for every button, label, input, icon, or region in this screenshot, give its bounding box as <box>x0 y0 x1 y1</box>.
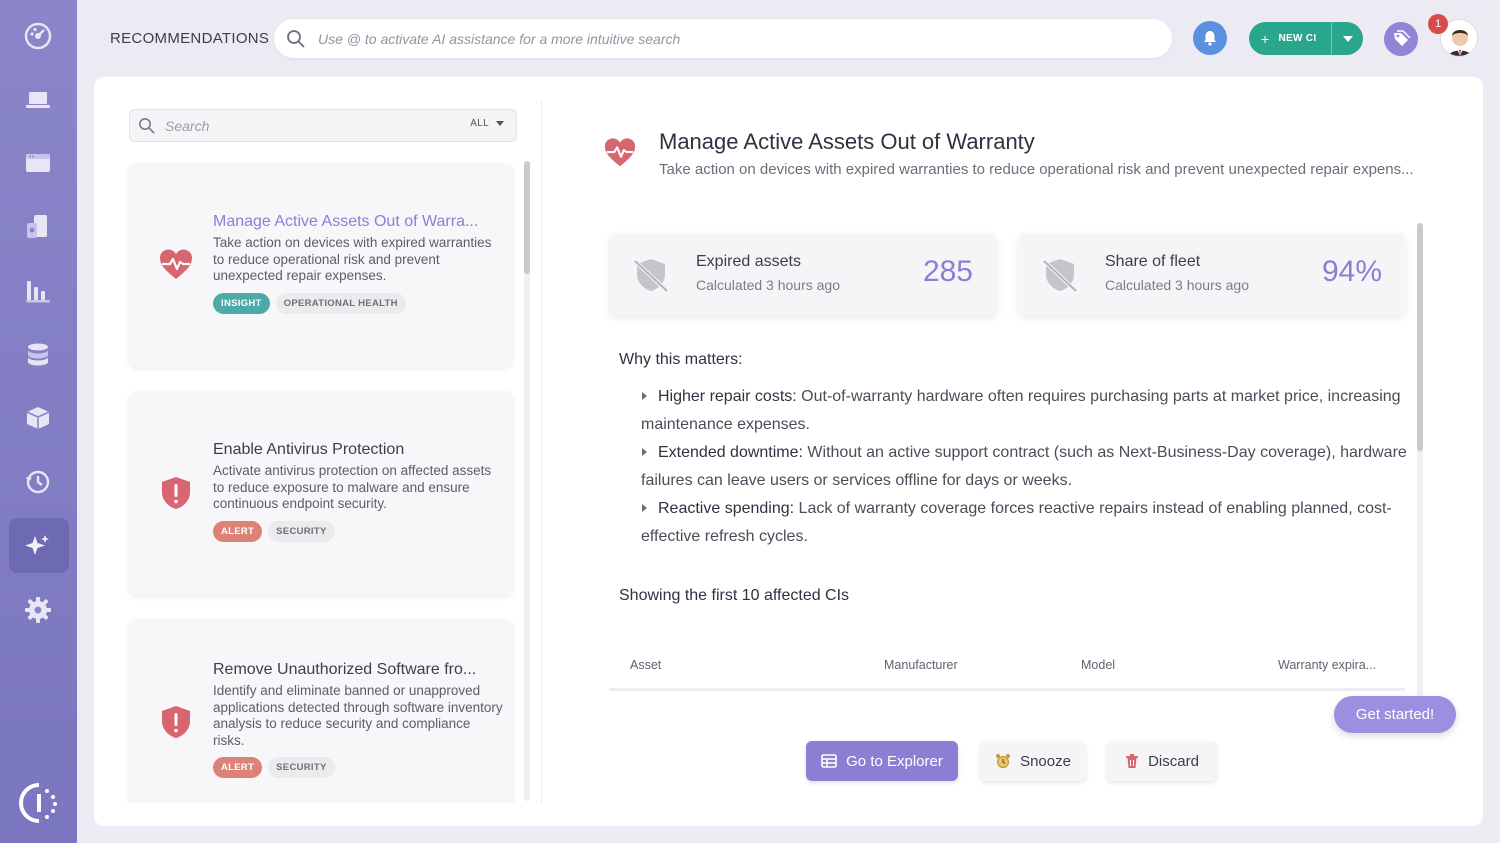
go-to-explorer-label: Go to Explorer <box>846 752 943 770</box>
shield-alert-icon <box>162 477 190 509</box>
list-scrollbar[interactable] <box>524 161 530 801</box>
reason-item: Higher repair costs: Out-of-warranty har… <box>641 383 1411 439</box>
stat-card-share-of-fleet: Share of fleet Calculated 3 hours ago 94… <box>1018 233 1406 315</box>
bell-icon <box>1204 31 1216 46</box>
app-logo-icon <box>18 782 60 824</box>
list-search-box[interactable]: ALL <box>129 109 517 142</box>
reason-heading: Higher repair costs: <box>658 388 797 405</box>
reason-heading: Reactive spending: <box>658 500 795 517</box>
card-description: Activate antivirus protection on affecte… <box>213 463 492 511</box>
page-title: RECOMMENDATIONS <box>110 30 270 47</box>
search-icon <box>287 29 305 48</box>
discard-button[interactable]: Discard <box>1107 741 1217 781</box>
browser-window-icon[interactable] <box>22 147 54 179</box>
stat-calculated-time: Calculated 3 hours ago <box>1105 277 1249 293</box>
recommendation-card[interactable]: Remove Unauthorized Software fro... Iden… <box>129 619 513 803</box>
get-started-button[interactable]: Get started! <box>1334 696 1456 733</box>
alert-badge: ALERT <box>213 520 263 542</box>
list-scrollbar-thumb[interactable] <box>524 161 530 274</box>
main-panel: ALL Manage Active Assets Out of Warra...… <box>94 77 1483 826</box>
global-search-bar[interactable] <box>274 19 1172 58</box>
heart-pulse-icon <box>160 249 192 279</box>
filter-select-value: ALL <box>470 118 489 129</box>
new-ci-label: NEW CI <box>1278 33 1317 44</box>
tags-button[interactable] <box>1384 22 1418 56</box>
card-description: Take action on devices with expired warr… <box>213 235 492 283</box>
affected-cis-table-header: Asset Manufacturer Model Warranty expira… <box>609 647 1405 691</box>
detail-scrollbar-thumb[interactable] <box>1417 223 1423 451</box>
devices-icon[interactable] <box>22 211 54 243</box>
detail-scrollbar[interactable] <box>1417 223 1423 723</box>
snooze-label: Snooze <box>1020 752 1071 770</box>
chevron-down-icon <box>496 120 504 126</box>
filter-select[interactable]: ALL <box>470 118 504 129</box>
alarm-clock-icon <box>996 754 1011 769</box>
reason-item: Reactive spending: Lack of warranty cove… <box>641 495 1411 551</box>
sparkle-ai-icon[interactable] <box>22 530 54 562</box>
insight-badge: INSIGHT <box>213 292 270 314</box>
chevron-down-icon <box>1342 35 1353 42</box>
stat-label: Share of fleet <box>1105 253 1201 270</box>
history-icon[interactable] <box>22 466 54 498</box>
recommendations-list-panel: ALL Manage Active Assets Out of Warra...… <box>94 77 542 826</box>
list-search-input[interactable] <box>165 117 445 134</box>
affected-cis-heading: Showing the first 10 affected CIs <box>619 587 850 604</box>
database-icon[interactable] <box>22 339 54 371</box>
notification-count-badge: 1 <box>1428 14 1448 34</box>
sidebar <box>0 0 77 843</box>
caret-right-icon <box>642 392 647 400</box>
detail-title: Manage Active Assets Out of Warranty <box>659 129 1035 154</box>
stat-value: 94% <box>1321 255 1382 288</box>
global-search-input[interactable] <box>318 30 1158 47</box>
gear-icon[interactable] <box>22 594 54 626</box>
shield-off-icon <box>1042 259 1078 293</box>
why-this-matters-heading: Why this matters: <box>619 351 743 368</box>
column-header-warranty-expiration[interactable]: Warranty expira... <box>1278 658 1376 672</box>
recommendation-card[interactable]: Enable Antivirus Protection Activate ant… <box>129 391 513 595</box>
stat-card-expired-assets: Expired assets Calculated 3 hours ago 28… <box>609 233 997 315</box>
bar-chart-icon[interactable] <box>22 275 54 307</box>
package-icon[interactable] <box>22 402 54 434</box>
stat-label: Expired assets <box>696 253 801 270</box>
new-ci-button-group: + NEW CI <box>1249 22 1363 55</box>
table-icon <box>821 754 837 768</box>
detail-subtitle: Take action on devices with expired warr… <box>659 161 1414 178</box>
stat-calculated-time: Calculated 3 hours ago <box>696 277 840 293</box>
go-to-explorer-button[interactable]: Go to Explorer <box>806 741 958 781</box>
category-badge: SECURITY <box>268 520 335 542</box>
column-divider <box>541 101 542 803</box>
card-title: Enable Antivirus Protection <box>213 441 405 458</box>
card-title: Remove Unauthorized Software fro... <box>213 661 477 678</box>
dashboard-icon[interactable] <box>22 20 54 52</box>
shield-alert-icon <box>162 706 190 738</box>
trash-icon <box>1126 754 1139 768</box>
heart-pulse-icon <box>604 138 636 167</box>
column-header-model[interactable]: Model <box>1081 658 1115 672</box>
reason-heading: Extended downtime: <box>658 444 803 461</box>
alert-badge: ALERT <box>213 757 263 778</box>
category-badge: SECURITY <box>268 757 335 778</box>
reasons-list: Higher repair costs: Out-of-warranty har… <box>641 383 1411 551</box>
reason-item: Extended downtime: Without an active sup… <box>641 439 1411 495</box>
new-ci-button[interactable]: + NEW CI <box>1249 22 1331 55</box>
card-description: Identify and eliminate banned or unappro… <box>213 683 503 748</box>
recommendation-card[interactable]: Manage Active Assets Out of Warra... Tak… <box>129 163 513 367</box>
plus-icon: + <box>1261 30 1270 47</box>
discard-label: Discard <box>1148 752 1199 770</box>
new-ci-dropdown-button[interactable] <box>1332 35 1363 43</box>
laptop-icon[interactable] <box>22 84 54 116</box>
card-title: Manage Active Assets Out of Warra... <box>213 213 479 230</box>
search-icon <box>139 117 155 134</box>
column-header-manufacturer[interactable]: Manufacturer <box>884 658 958 672</box>
caret-right-icon <box>642 504 647 512</box>
category-badge: OPERATIONAL HEALTH <box>275 292 406 314</box>
recommendation-card-list: Manage Active Assets Out of Warra... Tak… <box>126 163 516 803</box>
snooze-button[interactable]: Snooze <box>980 741 1086 781</box>
tag-icon <box>1394 30 1411 46</box>
column-header-asset[interactable]: Asset <box>630 658 661 672</box>
notifications-button[interactable] <box>1193 21 1227 55</box>
caret-right-icon <box>642 448 647 456</box>
shield-off-icon <box>633 259 669 293</box>
stat-value: 285 <box>922 255 973 288</box>
